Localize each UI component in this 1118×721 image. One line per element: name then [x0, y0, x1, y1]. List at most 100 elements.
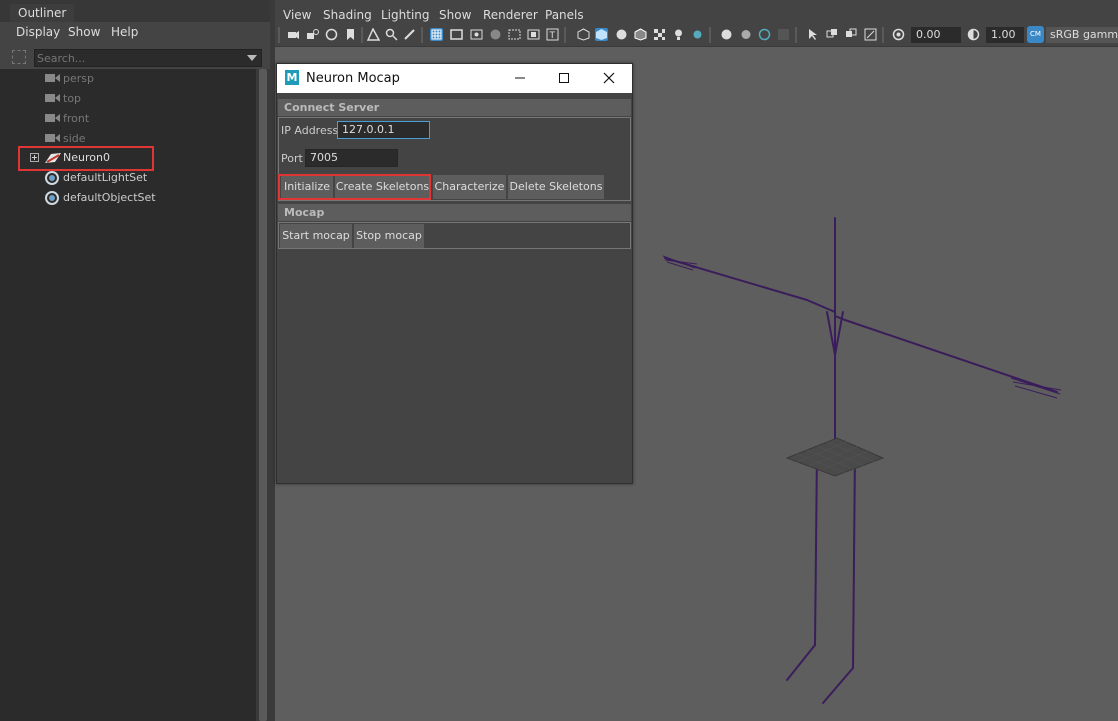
- wireframe-icon[interactable]: [577, 28, 590, 41]
- camera-icon: [45, 133, 61, 143]
- window-title: Neuron Mocap: [306, 71, 400, 86]
- shadows-icon[interactable]: [691, 28, 704, 41]
- list-item-defaultlightset[interactable]: defaultLightSet: [0, 168, 256, 188]
- anti-aliasing-icon[interactable]: [758, 28, 771, 41]
- menu-shading[interactable]: Shading: [323, 8, 372, 22]
- color-management-icon[interactable]: CM: [1027, 26, 1044, 43]
- connect-server-header[interactable]: Connect Server: [278, 99, 631, 116]
- camera-icon: [45, 93, 61, 103]
- maximize-icon[interactable]: [553, 68, 575, 88]
- menu-display[interactable]: Display: [16, 25, 60, 39]
- menu-show[interactable]: Show: [68, 25, 100, 39]
- outliner-list: persp top front side Neuron0 defaultLigh…: [0, 69, 256, 721]
- delete-skeletons-button[interactable]: Delete Skeletons: [508, 175, 604, 199]
- chevron-down-icon[interactable]: [247, 55, 257, 61]
- list-item-label: front: [63, 112, 90, 125]
- camera-icon[interactable]: [287, 28, 300, 41]
- outliner-tab-bar: Outliner: [0, 0, 270, 22]
- isolate-select-icon[interactable]: [807, 28, 820, 41]
- set-icon: [45, 191, 59, 205]
- maya-logo-icon: M: [285, 70, 299, 85]
- initialize-button[interactable]: Initialize: [281, 175, 333, 199]
- expand-icon[interactable]: [30, 153, 39, 162]
- characterize-button[interactable]: Characterize: [433, 175, 506, 199]
- tab-outliner[interactable]: Outliner: [10, 4, 75, 22]
- two-d-pan-icon[interactable]: [385, 28, 398, 41]
- list-item-label: defaultLightSet: [63, 171, 148, 184]
- field-chart-icon[interactable]: [508, 28, 521, 41]
- textured-icon[interactable]: [653, 28, 666, 41]
- gamma-icon[interactable]: [967, 28, 980, 41]
- menu-lighting[interactable]: Lighting: [381, 8, 430, 22]
- ip-address-field[interactable]: 127.0.0.1: [337, 121, 430, 139]
- outliner-scrollbar[interactable]: [256, 69, 270, 721]
- list-item-front[interactable]: front: [0, 109, 256, 129]
- neuron-mocap-window: M Neuron Mocap Connect Server IP Address…: [276, 63, 633, 484]
- start-mocap-button[interactable]: Start mocap: [280, 224, 352, 248]
- image-plane-icon[interactable]: [367, 28, 380, 41]
- outliner-panel: Outliner Display Show Help persp top fro…: [0, 0, 270, 721]
- color-space-dropdown[interactable]: sRGB gamma: [1046, 27, 1118, 43]
- depth-of-field-icon[interactable]: [777, 28, 790, 41]
- gate-mask-icon[interactable]: [489, 28, 502, 41]
- window-title-bar[interactable]: M Neuron Mocap: [277, 64, 632, 93]
- port-field[interactable]: 7005: [305, 149, 398, 167]
- x-ray-icon[interactable]: [826, 28, 839, 41]
- camera-icon: [45, 73, 61, 83]
- list-item-persp[interactable]: persp: [0, 69, 256, 89]
- ambient-occlusion-icon[interactable]: [720, 28, 733, 41]
- ip-address-label: IP Address: [281, 124, 339, 137]
- joint-icon: [45, 153, 61, 163]
- exposure-field[interactable]: 0.00: [911, 27, 961, 43]
- motion-blur-icon[interactable]: [739, 28, 752, 41]
- x-ray-joints-icon[interactable]: [864, 28, 877, 41]
- bookmark-icon[interactable]: [344, 28, 357, 41]
- film-gate-icon[interactable]: [450, 28, 463, 41]
- connect-server-frame: IP Address 127.0.0.1 Port 7005 Initializ…: [278, 117, 631, 201]
- exposure-icon[interactable]: [892, 28, 905, 41]
- menu-show[interactable]: Show: [439, 8, 471, 22]
- list-item-label: top: [63, 92, 82, 105]
- menu-panels[interactable]: Panels: [545, 8, 584, 22]
- safe-action-icon[interactable]: [527, 28, 540, 41]
- wireframe-on-shaded-icon[interactable]: [634, 28, 647, 41]
- mocap-header[interactable]: Mocap: [278, 204, 631, 221]
- menu-view[interactable]: View: [283, 8, 311, 22]
- x-ray-active-icon[interactable]: [845, 28, 858, 41]
- list-item-label: Neuron0: [63, 151, 110, 164]
- search-box: [34, 49, 262, 67]
- outliner-menu-bar: Display Show Help: [0, 22, 270, 44]
- minimize-icon[interactable]: [509, 68, 531, 88]
- camera-lock-icon[interactable]: [306, 28, 319, 41]
- search-input[interactable]: [37, 51, 237, 65]
- menu-renderer[interactable]: Renderer: [483, 8, 538, 22]
- close-icon[interactable]: [598, 68, 620, 88]
- scrollbar-thumb[interactable]: [259, 69, 267, 721]
- camera-icon: [45, 113, 61, 123]
- list-item-label: side: [63, 132, 86, 145]
- stop-mocap-button[interactable]: Stop mocap: [354, 224, 424, 248]
- create-skeletons-button[interactable]: Create Skeletons: [335, 175, 430, 199]
- list-item-label: persp: [63, 72, 94, 85]
- grease-pencil-icon[interactable]: [403, 28, 416, 41]
- camera-attributes-icon[interactable]: [325, 28, 338, 41]
- resolution-gate-icon[interactable]: [470, 28, 483, 41]
- list-item-side[interactable]: side: [0, 129, 256, 149]
- list-item-top[interactable]: top: [0, 89, 256, 109]
- lights-icon[interactable]: [672, 28, 685, 41]
- menu-help[interactable]: Help: [111, 25, 138, 39]
- safe-title-icon[interactable]: T: [546, 28, 559, 41]
- list-item-defaultobjectset[interactable]: defaultObjectSet: [0, 188, 256, 208]
- port-label: Port: [281, 152, 303, 165]
- set-icon: [45, 171, 59, 185]
- gamma-field[interactable]: 1.00: [986, 27, 1024, 43]
- viewport-toolbar: T 0.00 1.00 CM sRGB gamma: [275, 24, 1118, 47]
- smooth-shade-icon[interactable]: [595, 28, 608, 41]
- list-item-neuron0[interactable]: Neuron0: [0, 148, 256, 168]
- viewport-menu-bar: View Shading Lighting Show Renderer Pane…: [275, 0, 1118, 24]
- grid-icon[interactable]: [430, 28, 443, 41]
- filter-icon[interactable]: [12, 50, 26, 64]
- outliner-search-row: [0, 47, 270, 69]
- default-material-icon[interactable]: [615, 28, 628, 41]
- svg-text:T: T: [549, 31, 556, 41]
